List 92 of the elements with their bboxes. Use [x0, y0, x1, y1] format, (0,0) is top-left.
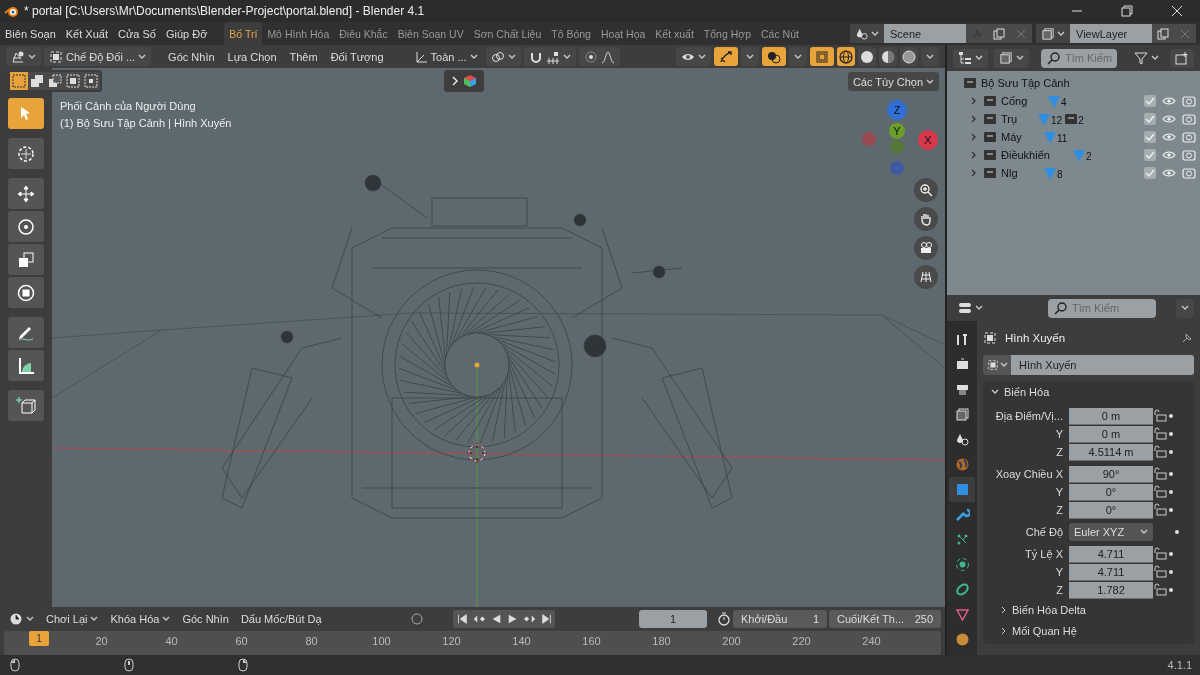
gizmo-axis-handle[interactable]: Z [887, 100, 907, 120]
frame-number: 20 [95, 635, 108, 647]
outliner-item[interactable]: Máy [1001, 131, 1022, 143]
outliner-item[interactable]: Bộ Sưu Tập Cảnh [981, 77, 1070, 89]
frame-number: 80 [305, 635, 318, 647]
menu-item[interactable]: Góc Nhìn [177, 609, 234, 629]
object-name: Hình Xuyến [1005, 332, 1067, 344]
start-frame-field[interactable]: Khởi/Đầu 1 [733, 610, 827, 628]
property-label: Y [1054, 566, 1064, 578]
view-layer-field[interactable]: ViewLayer [1070, 24, 1152, 43]
frame-number: 160 [582, 635, 601, 647]
workspace-tab[interactable]: Hoạt Họa [595, 22, 651, 45]
workspace-tab[interactable]: Tô Bóng [546, 22, 596, 45]
number-field[interactable]: 0 m [1069, 407, 1153, 425]
frame-number: 120 [442, 635, 461, 647]
viewport-info-text: (1) Bộ Sưu Tập Cảnh | Hình Xuyến [60, 116, 232, 131]
property-label: Xoay Chiều X [994, 468, 1064, 480]
outliner-item[interactable]: Cống [1001, 95, 1028, 107]
gizmo-axis-handle[interactable]: X [918, 130, 938, 150]
property-label: Z [1055, 446, 1064, 458]
outliner-item[interactable]: Trụ [1001, 113, 1018, 125]
outliner-item[interactable]: Điềukhiển [1001, 149, 1050, 161]
panel-header[interactable]: Biến Hóa [983, 381, 1194, 403]
orientation-dropdown[interactable]: Toàn ... [408, 47, 483, 66]
number-field[interactable]: 0° [1069, 501, 1153, 519]
number-field[interactable]: 4.5114 m [1069, 443, 1153, 461]
gizmo-axis-handle[interactable]: Y [889, 123, 905, 139]
start-frame-value: 1 [812, 613, 819, 625]
search-field[interactable]: Tìm Kiếm [1041, 48, 1117, 68]
playhead-marker[interactable]: 1 [29, 631, 49, 646]
child-count: 12 [1051, 115, 1063, 126]
menu-item[interactable]: Biên Soạn [0, 27, 61, 40]
workspace-tab[interactable]: Biên Soạn UV [392, 22, 469, 45]
workspace-tab[interactable]: Các Nút [756, 22, 804, 45]
workspace-tab[interactable]: Bố Trí [224, 22, 263, 45]
frame-number: 40 [165, 635, 178, 647]
frame-number: 200 [722, 635, 741, 647]
property-label: Chế Độ [1024, 526, 1064, 538]
number-field[interactable]: 90° [1069, 465, 1153, 483]
number-field[interactable]: 4.711 [1069, 545, 1153, 563]
menu-item[interactable]: Giúp Đỡ [160, 27, 213, 40]
menu-item[interactable]: Cửa Số [112, 27, 161, 40]
object-name-field[interactable]: Hình Xuyến [1011, 355, 1194, 375]
menu-dropdown[interactable]: Khóa Hóa [105, 609, 176, 629]
number-field[interactable]: 0° [1069, 483, 1153, 501]
frame-number: 140 [512, 635, 531, 647]
menu-item[interactable]: Đối Tượng [325, 47, 389, 66]
menu-item[interactable]: Thêm [284, 47, 323, 66]
menu-dropdown[interactable]: Chơi Lại [41, 609, 104, 629]
number-field[interactable]: 4.711 [1069, 563, 1153, 581]
property-label: Tỷ Lệ X [1024, 548, 1064, 560]
workspace-tab[interactable]: Kết xuất [650, 22, 699, 45]
frame-number: 220 [792, 635, 811, 647]
subpanel-header[interactable]: Biến Hóa Delta [983, 599, 1194, 620]
workspace-tab[interactable]: Tổng Hợp [698, 22, 757, 45]
mode-dropdown[interactable]: Euler XYZ [1069, 523, 1153, 541]
options-dropdown[interactable]: Các Tùy Chọn [847, 72, 939, 91]
number-field[interactable]: 0 m [1069, 425, 1153, 443]
end-frame-value: 250 [914, 613, 933, 625]
current-frame-field[interactable]: 1 [639, 610, 707, 628]
workspace-tab[interactable]: Sơn Chất Liệu [468, 22, 547, 45]
menu-item[interactable]: Lựa Chọn [222, 47, 282, 66]
frame-number: 240 [862, 635, 881, 647]
version-text: 4.1.1 [1167, 659, 1192, 671]
child-count: 8 [1057, 169, 1063, 180]
number-field[interactable]: 1.782 [1069, 581, 1153, 599]
mode-dropdown[interactable]: Chế Độ Đối ... [44, 47, 152, 66]
end-frame-field[interactable]: Cuối/Kết Th... 250 [829, 610, 941, 628]
menu-item[interactable]: Góc Nhìn [163, 47, 220, 66]
frame-number: 100 [372, 635, 391, 647]
window-title: * portal [C:\Users\Mr\Documents\Blender-Project\portal.blend] - Blender 4.1 [24, 4, 426, 18]
frame-number: 60 [235, 635, 248, 647]
child-count: 11 [1057, 133, 1068, 144]
child-count: 2 [1086, 151, 1092, 162]
frame-number: 180 [652, 635, 671, 647]
frame-ruler[interactable]: 1 20 40 60 80 100 120 140 160 180 200 220 240 [4, 631, 941, 655]
viewport-info-text: Phối Cảnh của Người Dùng [60, 99, 197, 114]
child-count: 2 [1078, 115, 1084, 126]
menu-item[interactable]: Kết Xuất [60, 27, 113, 40]
search-field[interactable]: Tìm Kiếm [1048, 298, 1156, 318]
subpanel-header[interactable]: Mối Quan Hệ [983, 620, 1194, 641]
property-label: Z [1055, 584, 1064, 596]
property-label: Y [1054, 428, 1064, 440]
scene-field[interactable]: Scene [884, 24, 966, 43]
property-label: Z [1055, 504, 1064, 516]
workspace-tab[interactable]: Điêu Khắc [334, 22, 393, 45]
property-label: Địa Điểm/Vị... [994, 410, 1064, 422]
property-label: Y [1054, 486, 1064, 498]
outliner-item[interactable]: Nlg [1001, 167, 1018, 179]
workspace-tab[interactable]: Mô Hình Hóa [262, 22, 335, 45]
menu-item[interactable]: Dấu Mốc/Bút Dạ [235, 609, 327, 629]
child-count: 4 [1061, 97, 1067, 108]
